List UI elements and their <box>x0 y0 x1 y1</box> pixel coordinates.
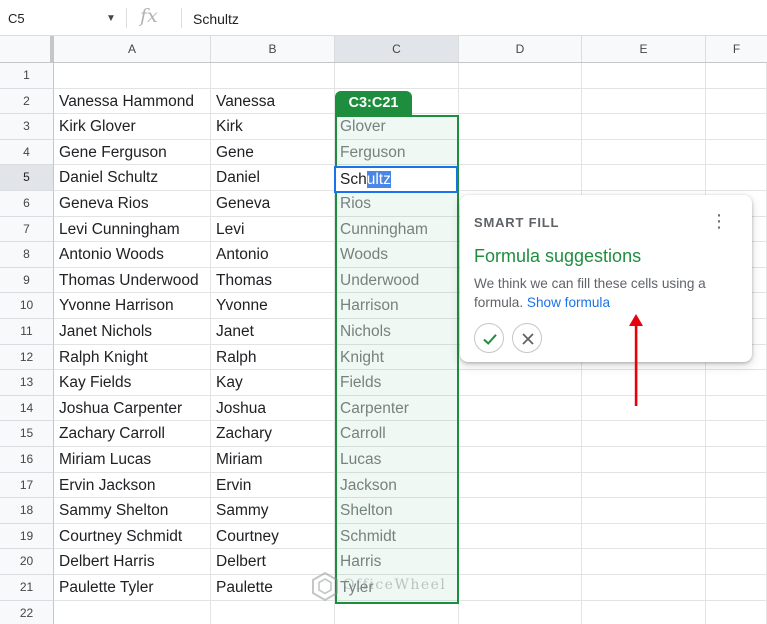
cell-first-name[interactable]: Delbert <box>211 549 266 575</box>
column-header-d[interactable]: D <box>459 36 582 62</box>
formula-input[interactable]: Schultz <box>193 11 239 27</box>
cell-first-name[interactable]: Antonio <box>211 242 269 268</box>
cell-first-name[interactable]: Levi <box>211 217 244 243</box>
row-header-1[interactable]: 1 <box>0 63 54 89</box>
row-header-15[interactable]: 15 <box>0 421 54 447</box>
row-header-20[interactable]: 20 <box>0 549 54 575</box>
cell-first-name[interactable]: Kirk <box>211 114 243 140</box>
cell-full-name[interactable]: Joshua Carpenter <box>54 396 182 422</box>
formula-bar: C5 ▼ fx Schultz <box>0 0 767 36</box>
row-header-21[interactable]: 21 <box>0 575 54 601</box>
cell-full-name[interactable]: Miriam Lucas <box>54 447 151 473</box>
row-header-16[interactable]: 16 <box>0 447 54 473</box>
cell-first-name[interactable]: Joshua <box>211 396 266 422</box>
cell-full-name[interactable]: Kay Fields <box>54 370 131 396</box>
cell-first-name[interactable]: Janet <box>211 319 254 345</box>
cell-full-name[interactable]: Ralph Knight <box>54 345 148 371</box>
close-icon <box>522 333 534 345</box>
cell-full-name[interactable]: Delbert Harris <box>54 549 155 575</box>
cell-full-name[interactable]: Thomas Underwood <box>54 268 199 294</box>
row-header-6[interactable]: 6 <box>0 191 54 217</box>
cell-full-name[interactable]: Antonio Woods <box>54 242 164 268</box>
cell-full-name[interactable]: Kirk Glover <box>54 114 136 140</box>
dismiss-suggestion-button[interactable] <box>512 323 542 353</box>
autocomplete-text: ultz <box>366 171 391 188</box>
cell-full-name[interactable]: Daniel Schultz <box>54 165 158 191</box>
column-header-row: A B C D E F <box>0 36 767 63</box>
active-cell-text: Schultz <box>340 170 391 190</box>
row-header-7[interactable]: 7 <box>0 216 54 243</box>
row-header-22[interactable]: 22 <box>0 600 54 624</box>
cell-full-name[interactable]: Paulette Tyler <box>54 575 154 601</box>
column-header-f[interactable]: F <box>706 36 767 62</box>
select-all-corner[interactable] <box>0 36 54 62</box>
row-header-8[interactable]: 8 <box>0 242 54 268</box>
row-header-14[interactable]: 14 <box>0 395 54 422</box>
cell-first-name[interactable]: Yvonne <box>211 293 268 319</box>
cell-full-name[interactable]: Ervin Jackson <box>54 473 155 499</box>
cell-first-name[interactable]: Geneva <box>211 191 270 217</box>
cell-first-name[interactable]: Ervin <box>211 473 251 499</box>
cell-full-name[interactable]: Levi Cunningham <box>54 217 180 243</box>
cell-full-name[interactable]: Zachary Carroll <box>54 421 165 447</box>
typed-text: Sch <box>340 171 367 188</box>
cell-full-name[interactable]: Vanessa Hammond <box>54 89 194 115</box>
cell-full-name[interactable]: Courtney Schmidt <box>54 524 182 550</box>
formula-bar-divider <box>126 8 127 28</box>
accept-suggestion-button[interactable] <box>474 323 504 353</box>
watermark-text: OfficeWheel <box>343 577 447 593</box>
row-header-2[interactable]: 2 <box>0 88 54 115</box>
cell-first-name[interactable]: Ralph <box>211 345 257 371</box>
column-header-c[interactable]: C <box>335 36 459 62</box>
range-label: C3:C21 <box>335 91 412 115</box>
row-header-19[interactable]: 19 <box>0 523 54 550</box>
cell-first-name[interactable]: Paulette <box>211 575 273 601</box>
row-header-11[interactable]: 11 <box>0 319 54 345</box>
active-cell-editor[interactable]: Schultz <box>334 166 458 193</box>
fx-icon: fx <box>140 5 158 27</box>
cell-first-name[interactable]: Miriam <box>211 447 263 473</box>
name-box-dropdown-icon[interactable]: ▼ <box>106 13 116 24</box>
check-icon <box>483 334 497 345</box>
column-header-b[interactable]: B <box>211 36 335 62</box>
cell-full-name[interactable]: Gene Ferguson <box>54 140 167 166</box>
more-vertical-icon[interactable]: ⋮ <box>710 212 728 230</box>
smart-fill-card: SMART FILL ⋮ Formula suggestions We thin… <box>460 195 752 362</box>
name-box[interactable]: C5 ▼ <box>0 4 126 32</box>
officewheel-logo-icon <box>312 571 338 602</box>
row-header-9[interactable]: 9 <box>0 267 54 294</box>
row-header-12[interactable]: 12 <box>0 344 54 371</box>
row-header-5[interactable]: 5 <box>0 165 54 191</box>
row-header-13[interactable]: 13 <box>0 370 54 396</box>
smart-fill-title: Formula suggestions <box>474 246 642 266</box>
cell-first-name[interactable]: Sammy <box>211 498 269 524</box>
row-header-17[interactable]: 17 <box>0 472 54 499</box>
cell-first-name[interactable]: Daniel <box>211 165 260 191</box>
column-header-e[interactable]: E <box>582 36 706 62</box>
cell-first-name[interactable]: Thomas <box>211 268 272 294</box>
cell-full-name[interactable]: Geneva Rios <box>54 191 149 217</box>
smart-fill-label: SMART FILL <box>474 215 560 230</box>
name-box-value: C5 <box>8 11 25 26</box>
cell-first-name[interactable]: Gene <box>211 140 254 166</box>
cell-full-name[interactable]: Sammy Shelton <box>54 498 168 524</box>
officewheel-watermark: OfficeWheel <box>311 571 445 603</box>
show-formula-link[interactable]: Show formula <box>527 295 610 310</box>
cell-first-name[interactable]: Kay <box>211 370 243 396</box>
cell-full-name[interactable]: Janet Nichols <box>54 319 152 345</box>
cell-full-name[interactable]: Yvonne Harrison <box>54 293 174 319</box>
row-header-10[interactable]: 10 <box>0 293 54 319</box>
smart-fill-body: We think we can fill these cells using a… <box>474 274 744 312</box>
cell-first-name[interactable]: Zachary <box>211 421 272 447</box>
cell-first-name[interactable]: Courtney <box>211 524 279 550</box>
row-header-3[interactable]: 3 <box>0 114 54 140</box>
column-header-a[interactable]: A <box>54 36 211 62</box>
formula-bar-divider <box>181 8 182 28</box>
row-header-4[interactable]: 4 <box>0 139 54 166</box>
red-arrow-icon <box>629 314 643 406</box>
row-header-18[interactable]: 18 <box>0 498 54 524</box>
cell-first-name[interactable]: Vanessa <box>211 89 275 115</box>
